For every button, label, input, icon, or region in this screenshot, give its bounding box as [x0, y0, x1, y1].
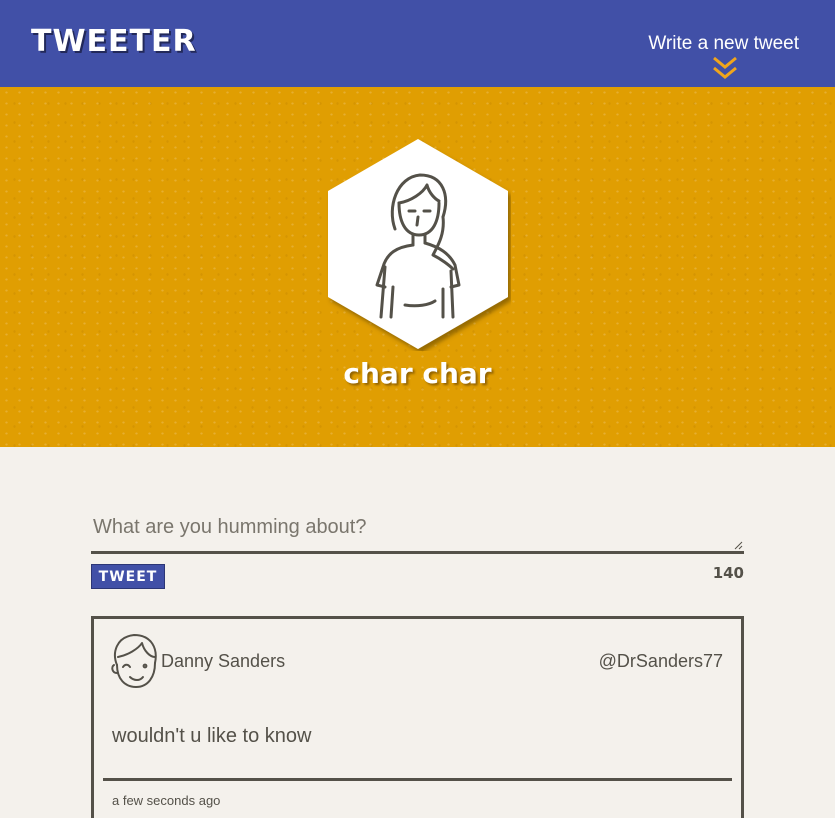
write-tweet-label[interactable]: Write a new tweet [648, 33, 799, 55]
profile-avatar [328, 139, 508, 349]
tweet-author-handle[interactable]: @DrSanders77 [599, 651, 723, 672]
top-nav: TWEETER Write a new tweet [0, 0, 835, 87]
profile-name: char char [343, 357, 492, 390]
tweet-timestamp: a few seconds ago [112, 793, 221, 808]
male-avatar-icon [111, 634, 157, 688]
tweet-submit-button[interactable]: TWEET [91, 564, 165, 589]
tweet-author-name: Danny Sanders [161, 651, 286, 671]
resize-grip-icon[interactable] [734, 541, 743, 550]
tweet-text-input[interactable] [91, 510, 744, 554]
tweet-card: Danny Sanders @DrSanders77 wouldn't u li… [91, 616, 744, 818]
write-tweet-toggle[interactable]: Write a new tweet [648, 33, 799, 82]
profile-header: char char [0, 87, 835, 447]
tweet-divider [103, 778, 732, 781]
char-counter: 140 [712, 564, 744, 582]
app-logo[interactable]: TWEETER [31, 24, 197, 59]
tweet-content: wouldn't u like to know [112, 725, 312, 747]
double-chevron-down-icon[interactable] [711, 56, 739, 82]
